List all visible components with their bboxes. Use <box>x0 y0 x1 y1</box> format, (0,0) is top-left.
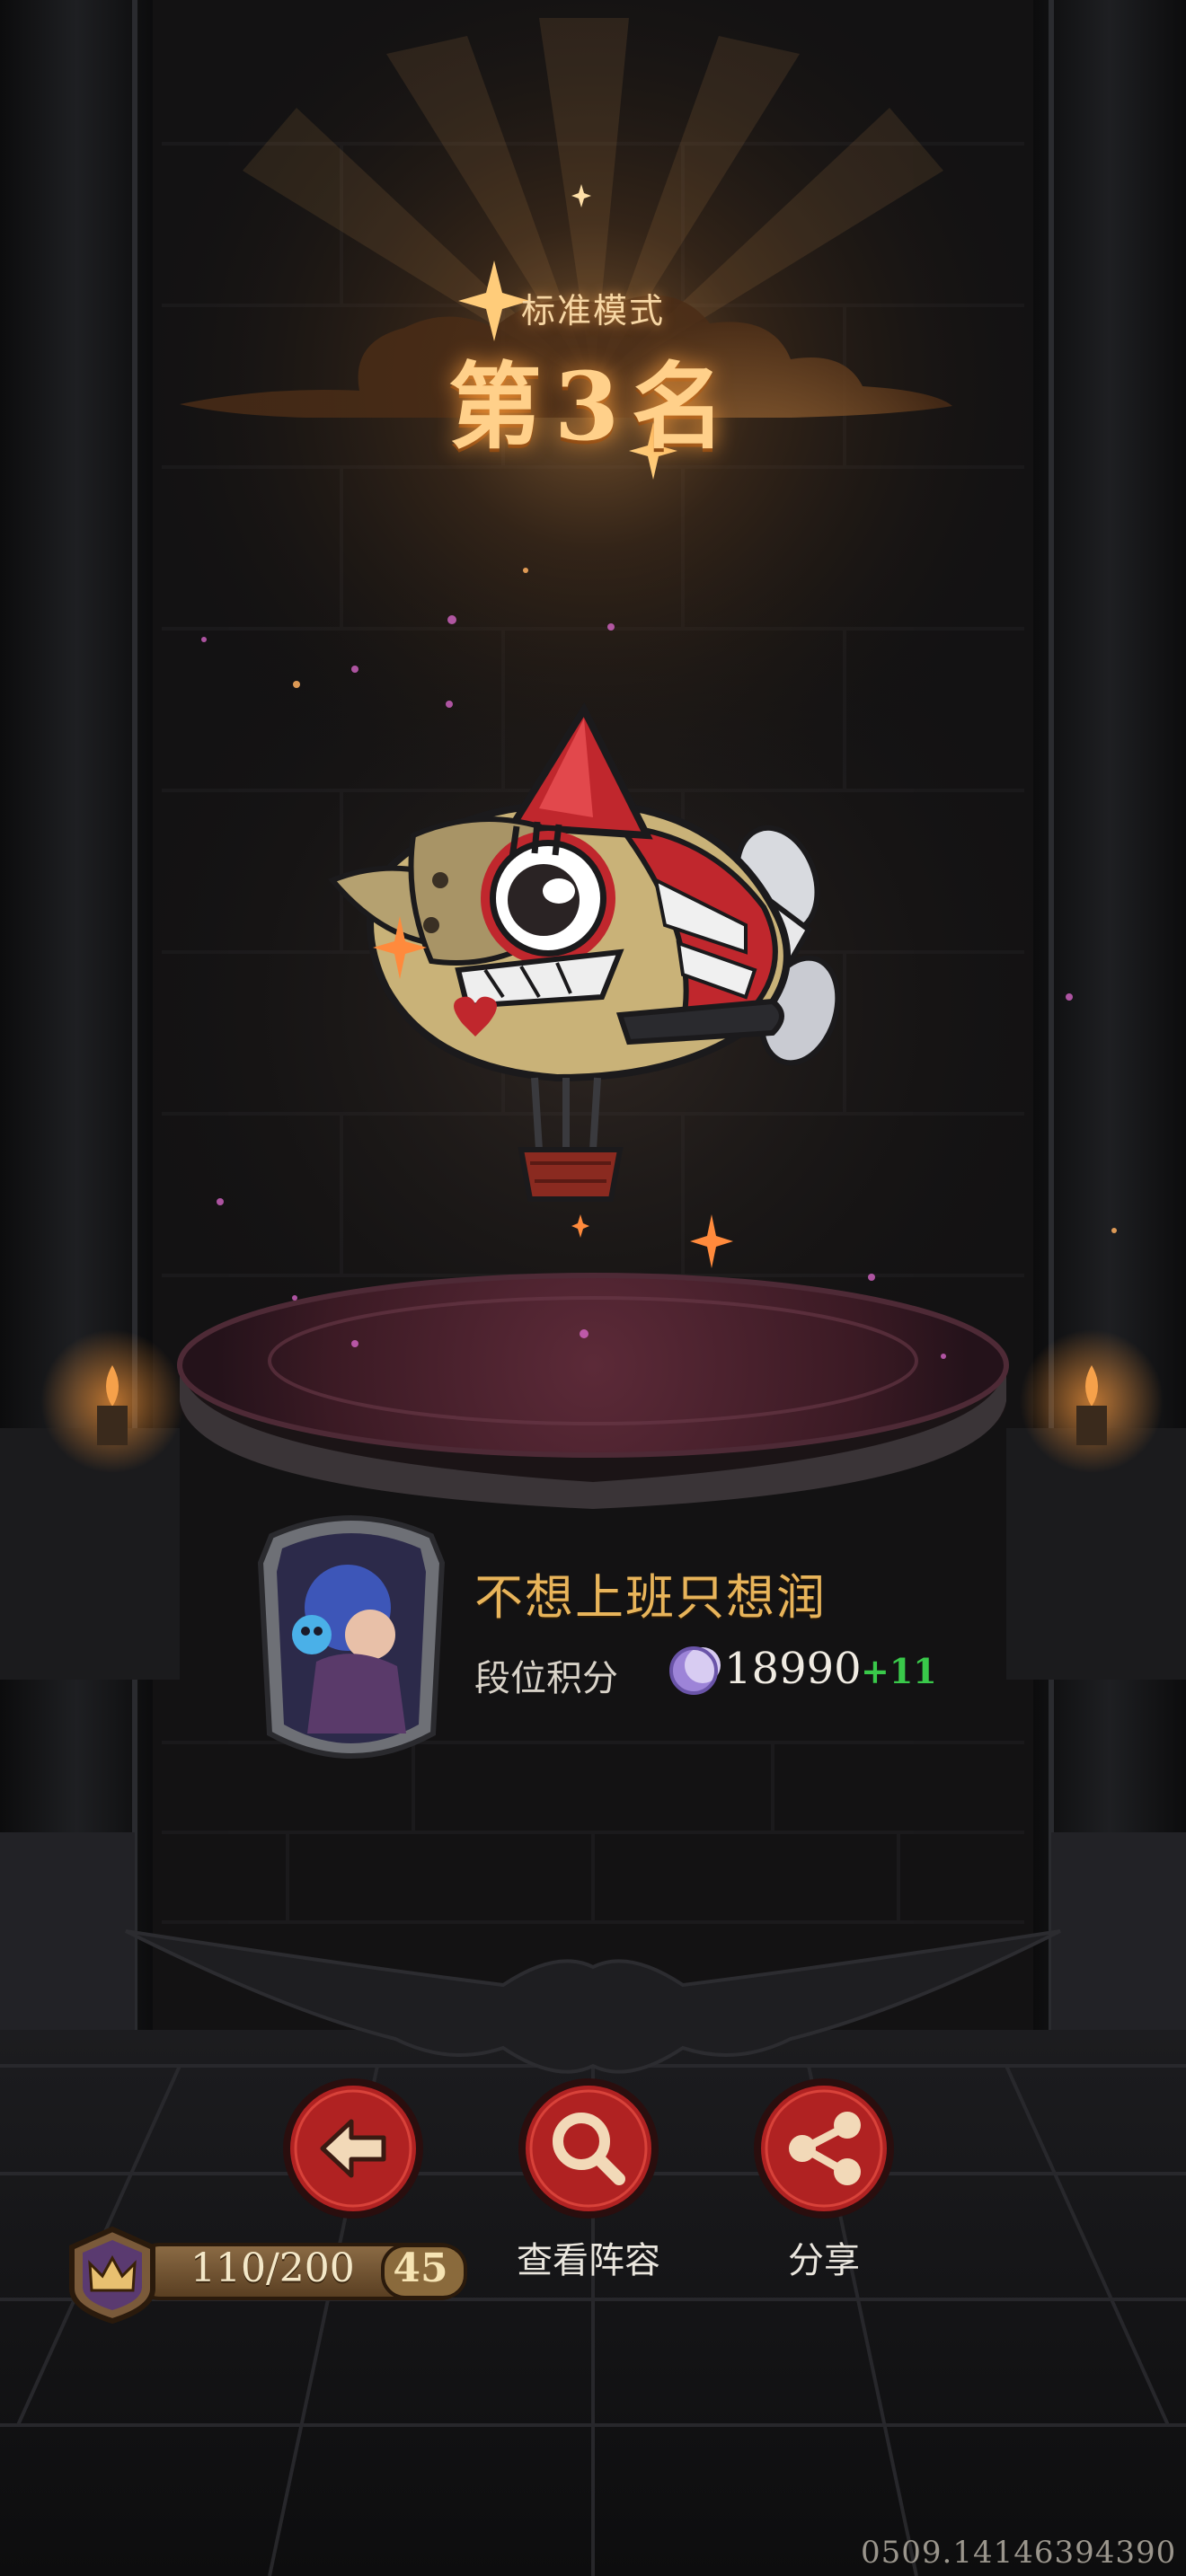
crown-badge-icon[interactable] <box>63 2226 162 2325</box>
sparkle-icon <box>690 1214 733 1268</box>
level-progress-text: 110/200 <box>190 2245 355 2291</box>
level-number: 45 <box>393 2245 448 2291</box>
back-button[interactable] <box>281 2077 425 2220</box>
sparkle-icon <box>571 1214 589 1238</box>
build-id-watermark: 0509.14146394390 <box>861 2535 1177 2571</box>
player-avatar[interactable] <box>253 1509 449 1769</box>
sparkle-icon <box>373 916 427 979</box>
rank-score-label: 段位积分 <box>474 1658 618 1699</box>
share-button[interactable] <box>752 2077 896 2220</box>
magnifier-icon <box>518 2078 659 2219</box>
view-lineup-button[interactable] <box>517 2077 660 2220</box>
view-lineup-label[interactable]: 查看阵容 <box>481 2231 696 2283</box>
result-screen: 标准模式 第3名 不想上班只想润 段位积分 18990 +11 查看阵容 分享 … <box>0 0 1186 2576</box>
moon-badge-icon <box>669 1646 721 1695</box>
player-name: 不想上班只想润 <box>474 1569 827 1626</box>
game-mode-label: 标准模式 <box>520 291 665 331</box>
rank-title: 第3名 <box>447 351 739 462</box>
rank-score-value: 18990 <box>724 1644 862 1694</box>
back-arrow-icon <box>283 2078 423 2219</box>
share-label[interactable]: 分享 <box>716 2231 932 2283</box>
sparkle-icon <box>571 184 591 207</box>
rank-score-delta: +11 <box>861 1651 937 1691</box>
share-icon <box>754 2078 894 2219</box>
